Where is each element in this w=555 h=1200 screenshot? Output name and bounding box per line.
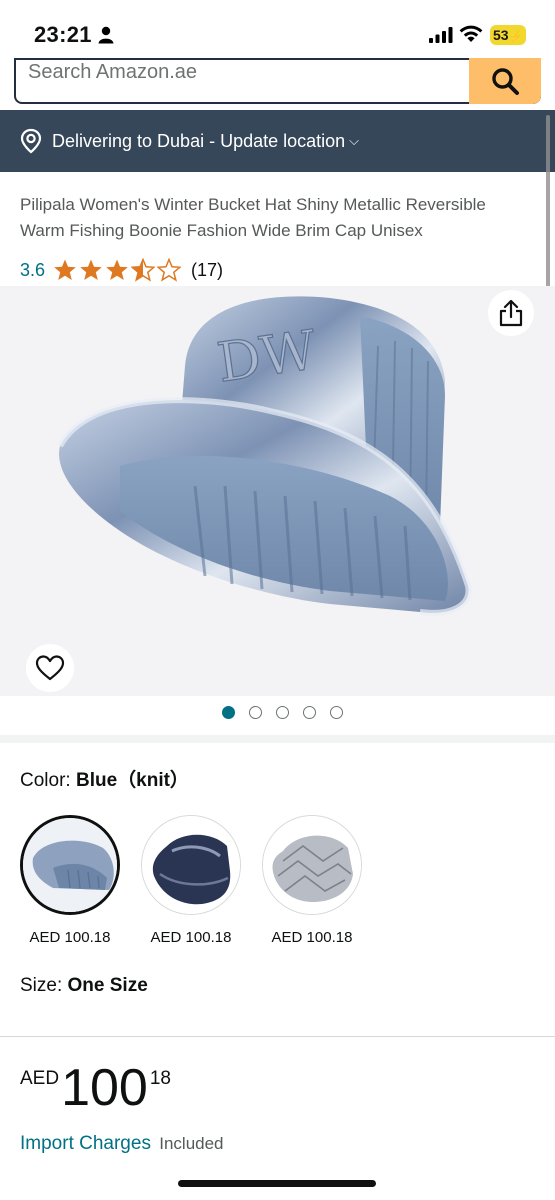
star-empty-icon bbox=[157, 258, 182, 282]
share-button[interactable] bbox=[488, 290, 534, 336]
price-currency: AED bbox=[20, 1068, 60, 1089]
product-rating[interactable]: 3.6 (17) bbox=[20, 256, 223, 284]
swatch-image bbox=[262, 815, 362, 915]
product-image-gallery[interactable]: DW bbox=[0, 286, 555, 696]
color-value: Blue（knit） bbox=[75, 770, 189, 791]
section-divider bbox=[0, 1036, 555, 1037]
import-charges-link[interactable]: Import Charges bbox=[20, 1133, 151, 1154]
add-to-wishlist-button[interactable] bbox=[26, 644, 74, 692]
status-time: 23:21 bbox=[34, 22, 92, 47]
product-title[interactable]: Pilipala Women's Winter Bucket Hat Shiny… bbox=[20, 192, 535, 244]
swatch-price: AED 100.18 bbox=[271, 929, 353, 946]
battery-level: 53 bbox=[493, 27, 509, 43]
search-bar bbox=[0, 58, 555, 110]
search-button[interactable] bbox=[469, 58, 541, 104]
home-indicator[interactable] bbox=[178, 1180, 376, 1187]
color-label: Color: bbox=[20, 770, 76, 791]
star-full-icon bbox=[106, 259, 128, 280]
pager-dot-5[interactable] bbox=[330, 706, 343, 719]
section-divider bbox=[0, 735, 555, 743]
swatch-thumbnail bbox=[142, 816, 240, 914]
price-whole: 100 bbox=[61, 1059, 148, 1117]
heart-icon bbox=[35, 655, 65, 681]
star-full-icon bbox=[54, 259, 76, 280]
size-value: One Size bbox=[67, 975, 148, 996]
delivery-text: Delivering to Dubai - Update location bbox=[52, 130, 346, 151]
pager-dot-3[interactable] bbox=[276, 706, 289, 719]
chevron-down-icon: ⌵ bbox=[349, 133, 360, 148]
product-price: AED 100 18 bbox=[20, 1060, 171, 1116]
delivery-location-bar[interactable]: Delivering to Dubai - Update location ⌵ bbox=[0, 110, 555, 172]
color-swatch-blue-knit[interactable]: AED 100.18 bbox=[20, 815, 120, 946]
swatch-thumbnail bbox=[263, 816, 361, 914]
swatch-thumbnail bbox=[23, 818, 117, 912]
star-half-icon bbox=[131, 258, 156, 282]
battery-icon: 53⚡ bbox=[490, 25, 526, 45]
rating-count: (17) bbox=[191, 259, 224, 280]
share-icon bbox=[499, 299, 523, 327]
size-label: Size: bbox=[20, 975, 68, 996]
search-box bbox=[14, 58, 541, 104]
star-full-icon bbox=[80, 259, 102, 280]
color-swatches: AED 100.18 AED 100.18 AED 100.18 bbox=[20, 815, 362, 946]
search-icon bbox=[492, 68, 519, 95]
scrollbar[interactable] bbox=[546, 115, 550, 305]
rating-value: 3.6 bbox=[20, 259, 46, 280]
import-charges-note: Included bbox=[159, 1134, 224, 1153]
image-pager bbox=[0, 706, 555, 719]
color-swatch-silver[interactable]: AED 100.18 bbox=[262, 815, 362, 946]
import-charges: Import Charges Included bbox=[20, 1133, 224, 1155]
size-selection-label[interactable]: Size: One Size bbox=[20, 975, 148, 997]
color-selection-label: Color: Blue（knit） bbox=[20, 765, 189, 792]
swatch-price: AED 100.18 bbox=[150, 929, 232, 946]
pager-dot-4[interactable] bbox=[303, 706, 316, 719]
person-icon bbox=[98, 26, 114, 44]
pager-dot-1[interactable] bbox=[222, 706, 235, 719]
cellular-signal-icon bbox=[429, 27, 453, 43]
price-fraction: 18 bbox=[149, 1068, 171, 1089]
rating-stars bbox=[53, 258, 182, 282]
product-image: DW bbox=[57, 296, 472, 616]
wifi-icon bbox=[459, 25, 483, 42]
pager-dot-2[interactable] bbox=[249, 706, 262, 719]
swatch-image bbox=[20, 815, 120, 915]
search-input[interactable] bbox=[28, 58, 448, 90]
location-pin-icon bbox=[20, 128, 42, 154]
swatch-image bbox=[141, 815, 241, 915]
color-swatch-navy[interactable]: AED 100.18 bbox=[141, 815, 241, 946]
swatch-price: AED 100.18 bbox=[29, 929, 111, 946]
